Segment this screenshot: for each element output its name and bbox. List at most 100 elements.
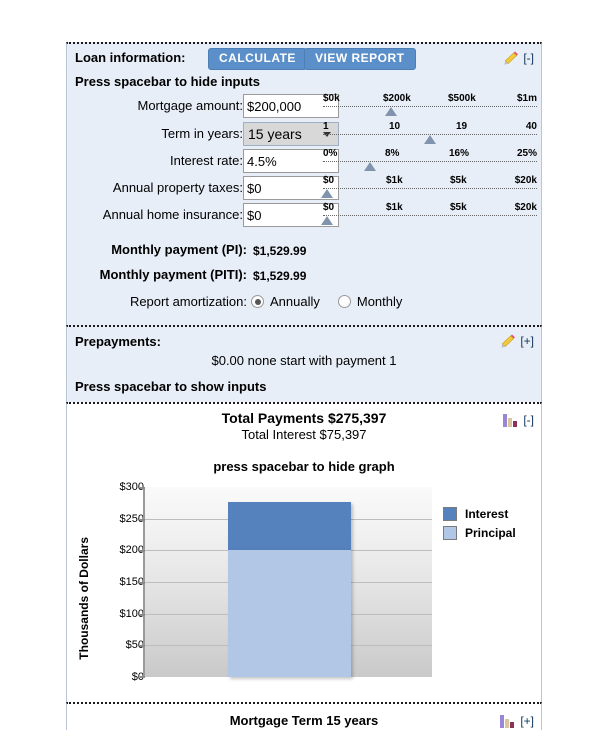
prepayments-expand-toggle[interactable]: [+] (520, 334, 534, 348)
payment-row-pi: Monthly payment (PI): $1,529.99 (67, 239, 541, 264)
legend-label-principal: Principal (465, 526, 516, 540)
slider-track[interactable] (323, 161, 537, 162)
mortgage-calculator-page: Loan information: CALCULATE VIEW REPORT … (0, 0, 600, 730)
slider-tick: $0k (323, 93, 340, 104)
y-tick-label: $300 (119, 481, 144, 493)
graph-title: press spacebar to hide graph (213, 459, 395, 474)
monthly-payment-piti-value: $1,529.99 (253, 269, 307, 283)
slider-tick: $20k (514, 202, 537, 213)
mortgage-term-section: [+] Mortgage Term 15 years (66, 702, 542, 730)
report-amortization-radio-group: Annually Monthly (251, 294, 414, 309)
pencil-icon[interactable] (504, 51, 519, 65)
total-interest: Total Interest $75,397 (241, 427, 367, 442)
slider-thumb[interactable] (385, 107, 398, 116)
slider-tick: $1k (386, 175, 403, 186)
prepayments-title: Prepayments: (75, 334, 161, 349)
slider-thumb[interactable] (320, 216, 333, 225)
slider-tick: $5k (450, 202, 467, 213)
slider-track[interactable] (323, 188, 537, 189)
loan-header-tools: [-] (504, 51, 534, 65)
slider-tick: 0% (323, 148, 338, 159)
loan-header-row: Loan information: CALCULATE VIEW REPORT … (67, 44, 541, 73)
axis-tick (140, 550, 145, 553)
property-taxes-slider[interactable]: $0 $1k $5k $20k (320, 175, 537, 202)
bar-segment-interest (228, 502, 351, 550)
slider-thumb[interactable] (320, 189, 333, 198)
slider-tick: 40 (525, 121, 537, 132)
slider-thumb[interactable] (363, 162, 376, 171)
axis-tick (140, 676, 145, 678)
view-report-button[interactable]: VIEW REPORT (304, 48, 416, 70)
slider-tick: $0 (323, 202, 335, 213)
y-tick-label: $100 (119, 607, 144, 620)
field-row-mortgage-amount: Mortgage amount: $0k $200k $500k $1m (67, 93, 541, 120)
amortization-chart: Thousands of Dollars $300 $250 $200 $150… (67, 481, 541, 702)
radio-monthly[interactable] (337, 295, 351, 308)
mortgage-amount-label: Mortgage amount: (137, 98, 243, 113)
legend-swatch-principal (443, 526, 457, 540)
slider-track[interactable] (323, 106, 537, 107)
y-tick-label: $0 (131, 671, 144, 683)
prepayments-tools: [+] (501, 334, 534, 348)
chart-plot-area (140, 487, 432, 678)
slider-tick: 1 (323, 121, 329, 132)
loan-collapse-toggle[interactable]: [-] (523, 51, 534, 65)
prepayments-value: $0.00 none start with payment 1 (211, 353, 397, 368)
calculator-panel: Loan information: CALCULATE VIEW REPORT … (66, 42, 542, 730)
monthly-payment-pi-value: $1,529.99 (253, 244, 307, 258)
slider-tick: $5k (450, 175, 467, 186)
legend-label-interest: Interest (465, 507, 509, 521)
interest-rate-slider[interactable]: 0% 8% 16% 25% (323, 148, 537, 175)
graph-tools: [-] (503, 413, 534, 427)
y-tick-label: $150 (119, 576, 144, 588)
radio-monthly-label: Monthly (356, 294, 403, 309)
bar-chart-icon[interactable] (500, 714, 516, 728)
bar-chart-icon[interactable] (503, 413, 519, 427)
footer-expand-toggle[interactable]: [+] (520, 714, 534, 728)
legend-item-interest: Interest (443, 507, 516, 521)
axis-tick (140, 487, 145, 489)
field-row-interest-rate: Interest rate: 0% 8% 16% 25% (67, 148, 541, 175)
bar-segment-principal (228, 550, 351, 677)
graph-collapse-toggle[interactable]: [-] (523, 413, 534, 427)
axis-tick (140, 613, 145, 616)
total-payments: Total Payments $275,397 (221, 410, 387, 426)
axis-tick (140, 645, 145, 648)
slider-thumb[interactable] (423, 135, 436, 144)
slider-tick: $500k (448, 93, 476, 104)
mortgage-term-title: Mortgage Term 15 years (229, 713, 379, 728)
totals-block: Total Payments $275,397 Total Interest $… (67, 404, 541, 442)
y-tick-label: $50 (125, 639, 144, 652)
graph-section: [-] Total Payments $275,397 Total Intere… (66, 402, 542, 702)
term-in-years-value: 15 years (248, 126, 302, 142)
slider-tick: $200k (383, 93, 411, 104)
term-in-years-slider[interactable]: 1 10 19 40 (323, 121, 537, 148)
slider-tick: 10 (389, 121, 401, 132)
loan-information-section: Loan information: CALCULATE VIEW REPORT … (66, 42, 542, 325)
slider-tick: 8% (385, 148, 400, 159)
pencil-icon[interactable] (501, 334, 516, 348)
report-amortization-row: Report amortization: Annually Monthly (67, 289, 541, 317)
y-tick-label: $200 (119, 544, 144, 557)
calculate-button[interactable]: CALCULATE (208, 48, 307, 70)
chart-legend: Interest Principal (443, 507, 516, 545)
prepayments-subtitle: Press spacebar to show inputs (75, 379, 267, 394)
interest-rate-label: Interest rate: (170, 153, 243, 168)
radio-annually[interactable] (251, 295, 264, 308)
loan-subtitle: Press spacebar to hide inputs (75, 74, 260, 89)
radio-annually-label: Annually (270, 294, 320, 309)
slider-tick: $1k (386, 202, 403, 213)
report-amortization-label: Report amortization: (129, 294, 247, 309)
home-insurance-label: Annual home insurance: (102, 207, 243, 222)
y-axis-title: Thousands of Dollars (77, 537, 91, 660)
property-taxes-label: Annual property taxes: (112, 180, 243, 195)
monthly-payment-pi-label: Monthly payment (PI): (111, 242, 247, 257)
loan-information-title: Loan information: (75, 50, 186, 65)
slider-tick: 25% (516, 148, 537, 159)
legend-swatch-interest (443, 507, 457, 521)
slider-track[interactable] (323, 215, 537, 216)
home-insurance-slider[interactable]: $0 $1k $5k $20k (320, 202, 537, 229)
axis-tick (140, 518, 145, 521)
y-tick-label: $250 (119, 512, 144, 525)
mortgage-amount-slider[interactable]: $0k $200k $500k $1m (323, 93, 537, 120)
